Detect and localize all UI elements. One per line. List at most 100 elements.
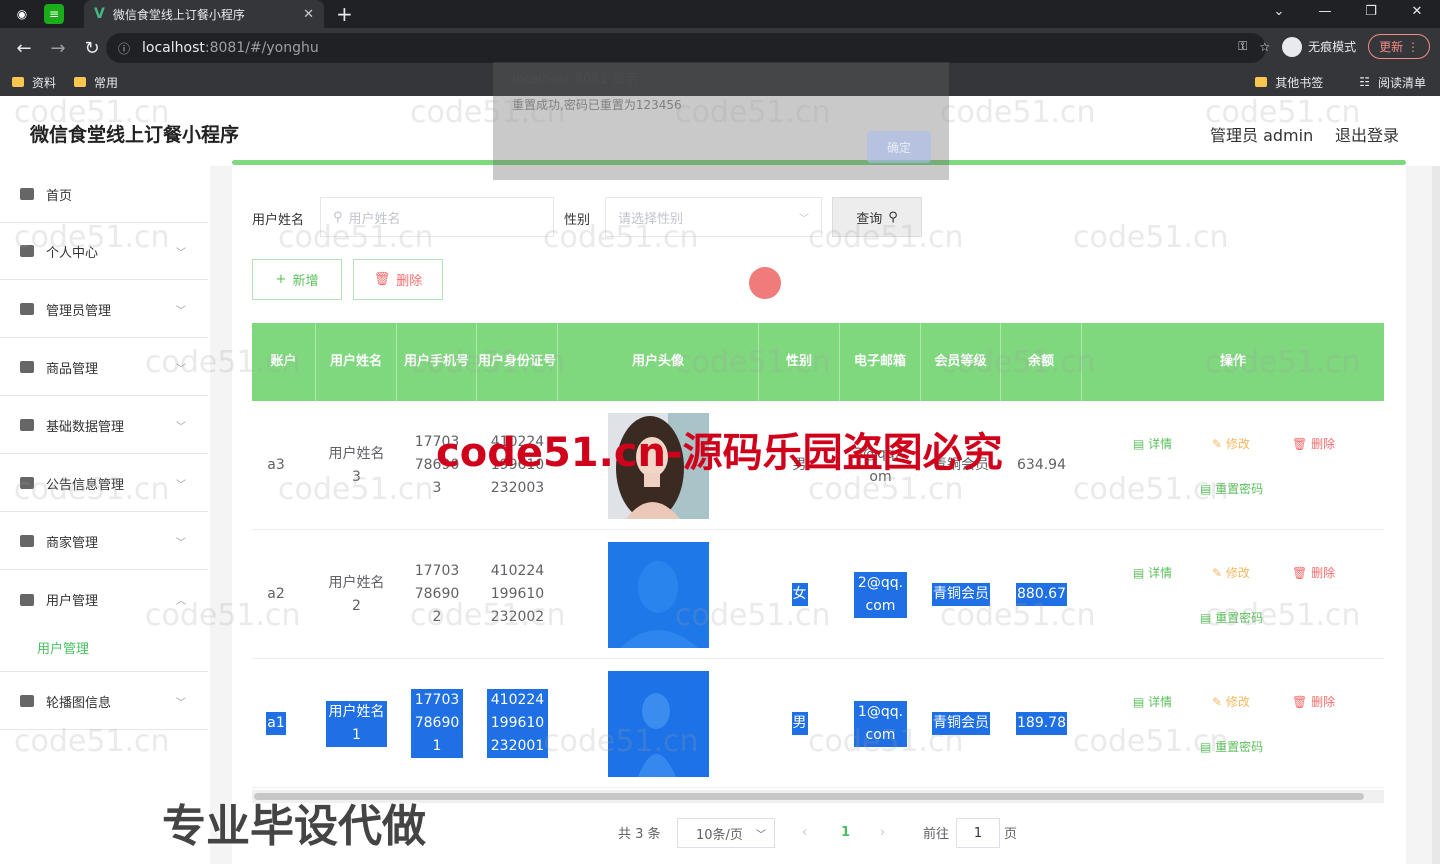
reading-list-icon: ☷ (1359, 75, 1370, 89)
goto-value: 1 (973, 825, 983, 841)
delete-label: 删除 (1311, 437, 1336, 451)
folder-icon (1255, 77, 1268, 87)
edit-button[interactable]: ✎ 修改 (1212, 564, 1250, 581)
current-page[interactable]: 1 (841, 818, 850, 846)
bookmark-folder[interactable]: 常用 (74, 74, 118, 91)
close-tab-icon[interactable]: ✕ (303, 7, 314, 22)
watermark: code51.cn (1073, 472, 1229, 507)
table-row: a2 用户姓名2 17703786902 410224199610232002 … (252, 530, 1384, 659)
chevron-down-icon: ﹀ (176, 247, 186, 259)
back-icon[interactable]: ← (14, 38, 34, 59)
pagination-total: 共 3 条 (618, 826, 661, 842)
add-label: 新增 (292, 274, 319, 289)
cursor-highlight (749, 267, 781, 299)
tab-search-icon[interactable]: ⌄ (1256, 0, 1302, 28)
watermark: code51.cn (1205, 598, 1361, 633)
watermark: code51.cn (278, 472, 434, 507)
edit-button[interactable]: ✎ 修改 (1212, 435, 1250, 452)
edit-label: 修改 (1225, 566, 1250, 580)
reading-list[interactable]: ☷ 阅读清单 (1359, 74, 1426, 91)
incognito-indicator[interactable]: 无痕模式 (1282, 36, 1356, 57)
email-value: 2@qq.com (854, 571, 907, 618)
delete-button[interactable]: 🗑 删除 (1292, 564, 1335, 581)
edit-button[interactable]: ✎ 修改 (1212, 693, 1250, 710)
page-size-select[interactable]: 10条/页 ﹀ (677, 818, 775, 848)
sidebar-subitem-users[interactable]: 用户管理 (37, 638, 89, 657)
cell-name: 用户姓名3 (328, 445, 385, 485)
promo-watermark: 专业毕设代做 (162, 801, 426, 852)
cell-email: 2@qq.com (840, 530, 921, 659)
dialog-ok-label: 确定 (886, 140, 911, 155)
detail-label: 详情 (1148, 695, 1173, 709)
vue-logo-icon: V (94, 6, 105, 22)
sidebar-item-admins[interactable]: 管理员管理 ﹀ (0, 281, 208, 338)
dialog-title: localhost:8081 显示 (512, 72, 638, 87)
watermark: code51.cn (675, 345, 831, 380)
cell-account: a1 (252, 659, 300, 788)
cell-account: a2 (267, 586, 285, 602)
bookmark-label: 资料 (32, 75, 57, 90)
goto-page-input[interactable]: 1 (956, 818, 1000, 848)
th-email[interactable]: 电子邮箱 (840, 323, 921, 401)
forward-icon[interactable]: → (48, 38, 68, 59)
shop-icon (20, 535, 34, 547)
watermark: code51.cn (14, 724, 170, 759)
bookmark-label: 常用 (94, 75, 119, 90)
browser-menu-icon[interactable]: ◉ (12, 4, 32, 24)
cell-balance: 189.78 (1001, 659, 1082, 788)
sidebar-item-basic-data[interactable]: 基础数据管理 ﹀ (0, 397, 208, 454)
browser-tabbar: ◉ ≡ V 微信食堂线上订餐小程序 ✕ + ⌄ — ❐ ✕ (0, 0, 1440, 28)
chevron-down-icon: ﹀ (176, 537, 186, 549)
batch-delete-button[interactable]: 🗑 删除 (353, 259, 443, 300)
url-host: localhost (142, 40, 205, 56)
watermark: code51.cn (1073, 724, 1229, 759)
detail-button[interactable]: ▤ 详情 (1133, 693, 1172, 710)
new-tab-icon[interactable]: + (336, 2, 353, 26)
delete-button[interactable]: 🗑 删除 (1292, 693, 1335, 710)
sheet-tab-icon[interactable]: ≡ (44, 4, 64, 24)
add-button[interactable]: + 新增 (252, 259, 342, 300)
reload-icon[interactable]: ↻ (82, 38, 102, 59)
delete-button[interactable]: 🗑 删除 (1292, 435, 1335, 452)
update-label: 更新 (1379, 40, 1404, 54)
home-icon (20, 188, 34, 200)
minimize-icon[interactable]: — (1302, 0, 1348, 28)
dialog-ok-button[interactable]: 确定 (867, 131, 931, 163)
star-icon[interactable]: ☆ (1259, 40, 1270, 54)
detail-button[interactable]: ▤ 详情 (1133, 435, 1172, 452)
copyright-watermark: code51.cn-源码乐园盗图必究 (436, 430, 1003, 476)
cell-phone: 17703786902 (414, 563, 460, 625)
bookmark-folder[interactable]: 资料 (12, 74, 56, 91)
balance-value: 189.78 (1016, 712, 1067, 735)
prev-page-icon[interactable]: ‹ (802, 818, 807, 846)
th-name[interactable]: 用户姓名 (316, 323, 397, 401)
watermark: code51.cn (14, 220, 170, 255)
browser-tab[interactable]: V 微信食堂线上订餐小程序 ✕ (84, 0, 324, 28)
watermark: code51.cn (808, 724, 964, 759)
close-window-icon[interactable]: ✕ (1394, 0, 1440, 28)
tab-title: 微信食堂线上订餐小程序 (112, 7, 245, 22)
chevron-down-icon: ﹀ (176, 697, 186, 709)
other-bookmarks[interactable]: 其他书签 (1255, 74, 1323, 91)
watermark: code51.cn (410, 598, 566, 633)
restore-icon[interactable]: ❐ (1348, 0, 1394, 28)
sidebar-item-merchants[interactable]: 商家管理 ﹀ (0, 513, 208, 570)
next-page-icon[interactable]: › (880, 818, 885, 846)
site-info-icon[interactable]: ⓘ (118, 40, 130, 57)
key-icon[interactable]: ⚿ (1238, 39, 1247, 54)
users-icon (20, 593, 34, 606)
name-value: 用户姓名1 (326, 700, 387, 747)
url-input[interactable]: ⓘ localhost:8081/#/yonghu (106, 33, 1266, 63)
cell-idcard: 410224199610232002 (490, 563, 545, 625)
carousel-icon (20, 695, 34, 707)
sidebar-item-home[interactable]: 首页 (0, 166, 208, 223)
update-button[interactable]: 更新 ⋮ (1368, 34, 1430, 59)
sidebar-item-carousel[interactable]: 轮播图信息 ﹀ (0, 673, 208, 730)
row-actions: ▤ 详情 ✎ 修改 🗑 删除 ▤ 重置密码 (1082, 401, 1384, 530)
delete-label: 删除 (1311, 695, 1336, 709)
cell-avatar (558, 530, 759, 659)
cell-name: 用户姓名1 (316, 659, 397, 788)
watermark: code51.cn (410, 95, 566, 130)
page-scrollbar[interactable] (1432, 166, 1440, 864)
detail-button[interactable]: ▤ 详情 (1133, 564, 1172, 581)
